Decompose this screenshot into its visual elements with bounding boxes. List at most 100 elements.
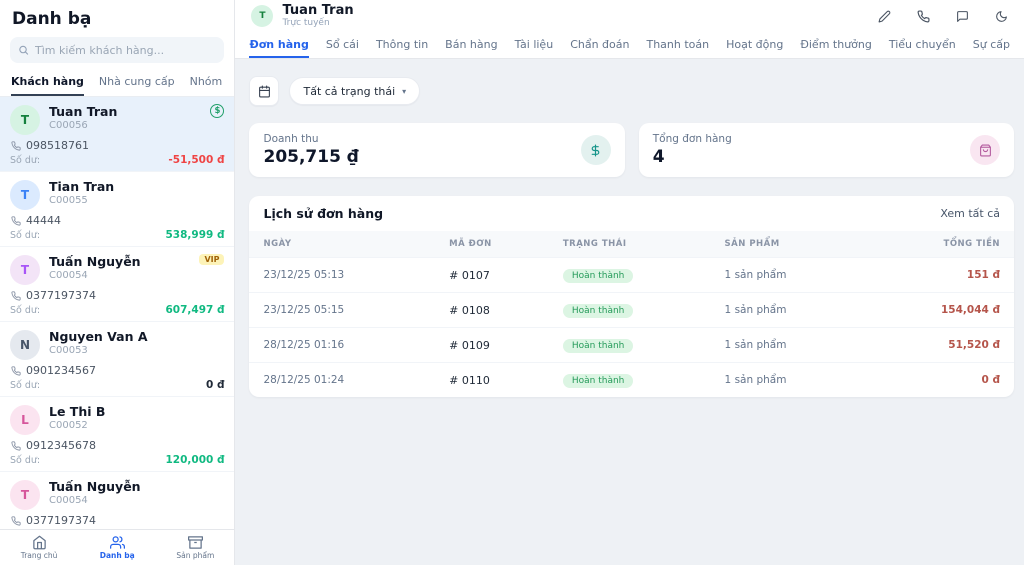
avatar: T [10, 180, 40, 210]
order-history-card: Lịch sử đơn hàng Xem tất cả NGÀY MÃ ĐƠN … [249, 196, 1014, 397]
tab-diagnosis[interactable]: Chẩn đoán [570, 38, 629, 58]
contact-code: C00053 [49, 345, 148, 356]
tab-orders[interactable]: Đơn hàng [249, 38, 308, 58]
contact-name: Tuấn Nguyễn [49, 479, 141, 495]
order-date: 23/12/25 05:15 [263, 304, 449, 316]
table-row[interactable]: 23/12/25 05:15 # 0108 Hoàn thành 1 sản p… [249, 292, 1014, 327]
order-date: 23/12/25 05:13 [263, 269, 449, 281]
search-input[interactable] [35, 44, 217, 57]
home-icon [32, 535, 47, 550]
balance-label: Số dư: [10, 230, 40, 241]
tab-sales[interactable]: Bán hàng [445, 38, 497, 58]
contact-code: C00054 [49, 270, 141, 281]
table-row[interactable]: 23/12/25 05:13 # 0107 Hoàn thành 1 sản p… [249, 257, 1014, 292]
contact-phone: 0377197374 [26, 514, 96, 527]
contact-code: C00054 [49, 495, 141, 506]
order-product: 1 sản phẩm [725, 269, 887, 281]
balance-value: 0 đ [206, 379, 224, 391]
tab-payments[interactable]: Thanh toán [646, 38, 709, 58]
date-filter-button[interactable] [249, 76, 279, 106]
nav-item-home[interactable]: Trang chủ [0, 530, 78, 565]
avatar: T [10, 255, 40, 285]
stats-row: Doanh thu 205,715 ₫ Tổng đơn hàng 4 [249, 123, 1014, 177]
tab-ledger[interactable]: Sổ cái [326, 38, 359, 58]
table-header-row: NGÀY MÃ ĐƠN TRẠNG THÁI SẢN PHẨM TỔNG TIỀ… [249, 231, 1014, 257]
balance-value: 538,999 đ [165, 229, 224, 241]
status-filter-dropdown[interactable]: Tất cả trạng thái ▾ [289, 77, 420, 105]
balance-value: 120,000 đ [165, 454, 224, 466]
tab-info[interactable]: Thông tin [376, 38, 428, 58]
contacts-sidebar: Danh bạ Khách hàng Nhà cung cấp Nhóm T T… [0, 0, 235, 565]
contact-header-avatar: T [251, 5, 273, 27]
detail-tabs: Đơn hàng Sổ cái Thông tin Bán hàng Tài l… [235, 32, 1024, 59]
search-box[interactable] [10, 37, 224, 63]
nav-item-contacts[interactable]: Danh bạ [78, 530, 156, 565]
column-header-status: TRẠNG THÁI [563, 239, 725, 249]
total-orders-value: 4 [653, 147, 732, 167]
contact-list[interactable]: T Tuan Tran C00056 $ 098518761 Số dư:-51… [0, 97, 234, 541]
nav-label: Danh bạ [100, 551, 135, 560]
contact-phone: 0377197374 [26, 289, 96, 302]
calendar-icon [258, 85, 271, 98]
avatar: T [10, 480, 40, 510]
filter-row: Tất cả trạng thái ▾ [249, 76, 1014, 106]
order-total: 151 đ [886, 269, 1000, 281]
app-window: Danh bạ Khách hàng Nhà cung cấp Nhóm T T… [0, 0, 1024, 565]
tab-reward-points[interactable]: Điểm thưởng [800, 38, 872, 58]
table-row[interactable]: 28/12/25 01:16 # 0109 Hoàn thành 1 sản p… [249, 327, 1014, 362]
order-product: 1 sản phẩm [725, 374, 887, 386]
contact-header-name: Tuan Tran [282, 4, 353, 18]
order-code: # 0109 [449, 339, 563, 352]
column-header-order-code: MÃ ĐƠN [449, 239, 563, 249]
contact-item[interactable]: N Nguyen Van A C00053 0901234567 Số dư:0… [0, 322, 234, 397]
vip-badge: VIP [199, 254, 224, 265]
tab-level[interactable]: Sự cấp [973, 38, 1010, 58]
order-code: # 0108 [449, 304, 563, 317]
search-icon [18, 44, 29, 56]
phone-icon [11, 516, 21, 526]
sidebar-tabs: Khách hàng Nhà cung cấp Nhóm [0, 71, 234, 97]
status-badge: Hoàn thành [563, 304, 634, 318]
tab-activity[interactable]: Hoạt động [726, 38, 783, 58]
sidebar-tab-suppliers[interactable]: Nhà cung cấp [99, 71, 175, 96]
column-header-date: NGÀY [263, 239, 449, 249]
contact-item[interactable]: T Tian Tran C00055 44444 Số dư:538,999 đ [0, 172, 234, 247]
revenue-value: 205,715 ₫ [263, 147, 358, 167]
avatar: L [10, 405, 40, 435]
contact-phone: 44444 [26, 214, 61, 227]
phone-icon [11, 216, 21, 226]
sidebar-title: Danh bạ [0, 0, 234, 35]
contact-item[interactable]: L Le Thi B C00052 0912345678 Số dư:120,0… [0, 397, 234, 472]
nav-item-products[interactable]: Sản phẩm [156, 530, 234, 565]
dollar-circle-icon [581, 135, 611, 165]
edit-pencil-icon[interactable] [878, 10, 891, 23]
contact-phone: 098518761 [26, 139, 89, 152]
view-all-link[interactable]: Xem tất cả [940, 207, 1000, 220]
dark-mode-moon-icon[interactable] [995, 10, 1008, 23]
contact-phone: 0901234567 [26, 364, 96, 377]
call-phone-icon[interactable] [917, 10, 930, 23]
sidebar-tab-groups[interactable]: Nhóm [190, 71, 223, 96]
header-actions [878, 10, 1008, 23]
tab-transfer[interactable]: Tiểu chuyển [889, 38, 956, 58]
contact-code: C00056 [49, 120, 117, 131]
chat-message-icon[interactable] [956, 10, 969, 23]
phone-icon [11, 441, 21, 451]
contact-item[interactable]: T Tuấn Nguyễn C00054 VIP 0377197374 Số d… [0, 247, 234, 322]
contact-name: Le Thi B [49, 404, 105, 420]
nav-label: Trang chủ [21, 551, 58, 560]
tab-documents[interactable]: Tài liệu [515, 38, 554, 58]
bottom-nav: Trang chủ Danh bạ Sản phẩm [0, 529, 234, 565]
balance-label: Số dư: [10, 155, 40, 166]
nav-label: Sản phẩm [176, 551, 214, 560]
table-row[interactable]: 28/12/25 01:24 # 0110 Hoàn thành 1 sản p… [249, 362, 1014, 397]
total-orders-card: Tổng đơn hàng 4 [639, 123, 1014, 177]
sidebar-tab-customers[interactable]: Khách hàng [11, 71, 84, 96]
balance-label: Số dư: [10, 455, 40, 466]
order-total: 154,044 đ [886, 304, 1000, 316]
main-panel: T Tuan Tran Trực tuyến Đơn hàng Sổ cái T… [235, 0, 1024, 565]
order-code: # 0107 [449, 269, 563, 282]
content-area: Tất cả trạng thái ▾ Doanh thu 205,715 ₫ [235, 59, 1024, 565]
contact-item[interactable]: T Tuan Tran C00056 $ 098518761 Số dư:-51… [0, 97, 234, 172]
contact-online-status: Trực tuyến [282, 18, 353, 28]
